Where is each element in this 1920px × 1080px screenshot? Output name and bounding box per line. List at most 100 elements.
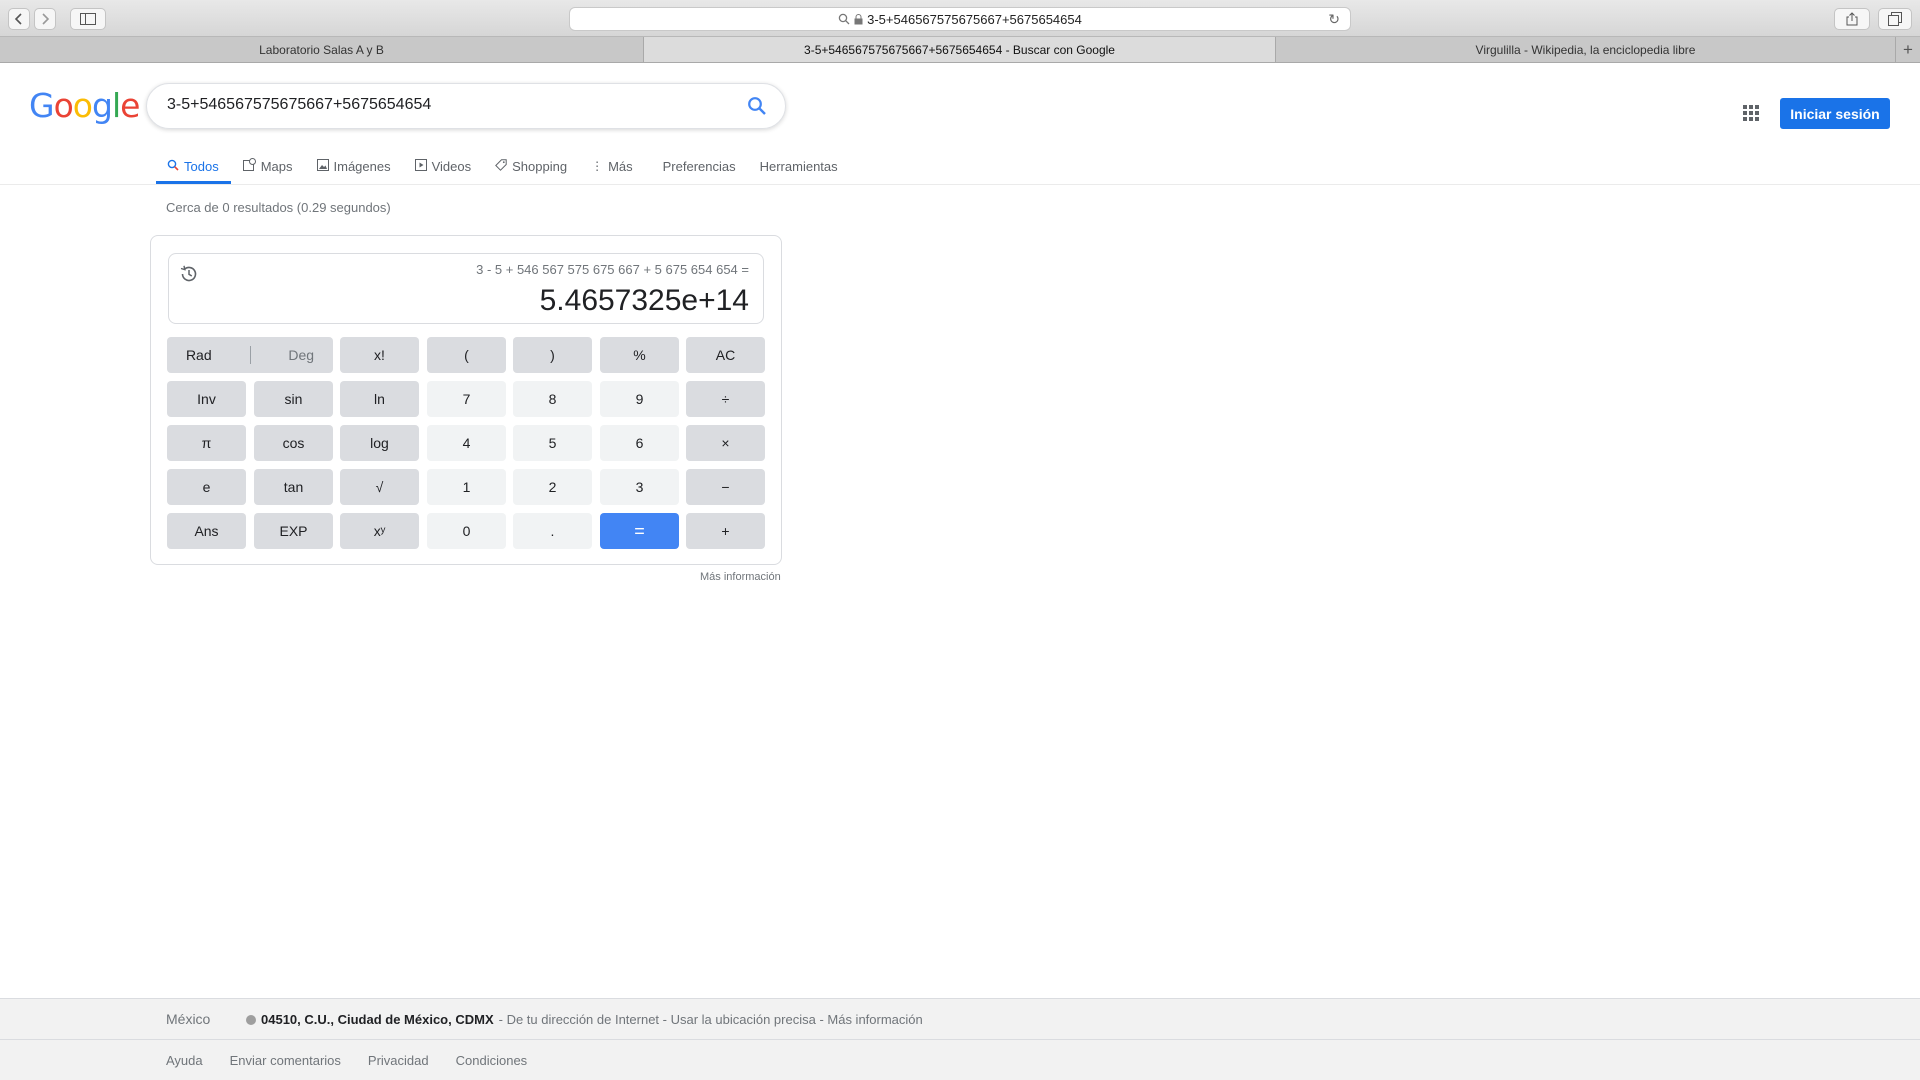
search-button[interactable]	[747, 96, 767, 121]
image-icon	[316, 158, 329, 174]
chevron-left-icon	[14, 13, 22, 25]
sin-key[interactable]: sin	[254, 381, 333, 417]
multiply-key[interactable]: ×	[686, 425, 765, 461]
digit-5-key[interactable]: 5	[513, 425, 592, 461]
factorial-key[interactable]: x!	[340, 337, 419, 373]
euler-key[interactable]: e	[167, 469, 246, 505]
tab-todos[interactable]: Todos	[155, 148, 231, 184]
tab-preferencias[interactable]: Preferencias	[651, 148, 748, 184]
history-icon[interactable]	[179, 264, 199, 289]
footer-location: 04510, C.U., Ciudad de México, CDMX - De…	[246, 1012, 923, 1027]
subtract-key[interactable]: −	[686, 469, 765, 505]
address-bar[interactable]: 3-5+546567575675667+5675654654 ↻	[569, 7, 1351, 31]
digit-2-key[interactable]: 2	[513, 469, 592, 505]
browser-toolbar: 3-5+546567575675667+5675654654 ↻	[0, 0, 1920, 37]
share-button[interactable]	[1834, 8, 1870, 30]
chevron-right-icon	[42, 13, 50, 25]
log-key[interactable]: log	[340, 425, 419, 461]
right-paren-key[interactable]: )	[513, 337, 592, 373]
calculator-expression: 3 - 5 + 546 567 575 675 667 + 5 675 654 …	[476, 262, 749, 277]
sidebar-icon	[80, 13, 96, 25]
rad-deg-toggle[interactable]: Rad Deg	[167, 337, 333, 373]
tab-shopping[interactable]: Shopping	[483, 148, 579, 184]
tan-key[interactable]: tan	[254, 469, 333, 505]
tag-icon	[495, 158, 507, 174]
digit-1-key[interactable]: 1	[427, 469, 506, 505]
digit-8-key[interactable]: 8	[513, 381, 592, 417]
tab-label: Preferencias	[662, 158, 736, 174]
exp-key[interactable]: EXP	[254, 513, 333, 549]
add-key[interactable]: +	[686, 513, 765, 549]
calculator-display: 3 - 5 + 546 567 575 675 667 + 5 675 654 …	[168, 253, 764, 324]
footer-country: México	[166, 1011, 211, 1027]
footer-link-privacidad[interactable]: Privacidad	[368, 1053, 429, 1068]
tab-label: Herramientas	[759, 158, 838, 174]
divide-key[interactable]: ÷	[686, 381, 765, 417]
digit-6-key[interactable]: 6	[600, 425, 679, 461]
header-divider	[0, 184, 1920, 185]
search-input[interactable]	[167, 96, 727, 114]
share-icon	[1846, 12, 1858, 26]
result-stats: Cerca de 0 resultados (0.29 segundos)	[166, 200, 391, 215]
footer-link-ayuda[interactable]: Ayuda	[166, 1053, 203, 1068]
tabs-icon	[1888, 12, 1902, 26]
cos-key[interactable]: cos	[254, 425, 333, 461]
left-paren-key[interactable]: (	[427, 337, 506, 373]
play-icon	[414, 158, 427, 174]
location-name: 04510, C.U., Ciudad de México, CDMX	[261, 1012, 494, 1027]
digit-3-key[interactable]: 3	[600, 469, 679, 505]
inv-key[interactable]: Inv	[167, 381, 246, 417]
location-details[interactable]: - De tu dirección de Internet - Usar la …	[499, 1012, 923, 1027]
all-clear-key[interactable]: AC	[686, 337, 765, 373]
pi-key[interactable]: π	[167, 425, 246, 461]
footer-link-condiciones[interactable]: Condiciones	[456, 1053, 528, 1068]
new-tab-button[interactable]: +	[1896, 37, 1920, 62]
ans-key[interactable]: Ans	[167, 513, 246, 549]
calculator-result: 5.4657325e+14	[539, 284, 749, 317]
back-button[interactable]	[8, 8, 30, 30]
tab-title: Virgulilla - Wikipedia, la enciclopedia …	[1475, 42, 1696, 57]
footer-links: Ayuda Enviar comentarios Privacidad Cond…	[0, 1040, 1920, 1080]
plus-icon: +	[1903, 39, 1913, 59]
tab-bar: Laboratorio Salas A y B 3-5+546567575675…	[0, 37, 1920, 63]
tab-virgulilla[interactable]: Virgulilla - Wikipedia, la enciclopedia …	[1276, 37, 1896, 62]
sidebar-toggle-button[interactable]	[70, 8, 106, 30]
digit-9-key[interactable]: 9	[600, 381, 679, 417]
tab-label: Shopping	[512, 158, 568, 174]
tab-label: Videos	[431, 158, 472, 174]
ln-key[interactable]: ln	[340, 381, 419, 417]
digit-0-key[interactable]: 0	[427, 513, 506, 549]
percent-key[interactable]: %	[600, 337, 679, 373]
more-info-link[interactable]: Más información	[700, 571, 781, 583]
tab-laboratorio[interactable]: Laboratorio Salas A y B	[0, 37, 644, 62]
footer-link-comentarios[interactable]: Enviar comentarios	[230, 1053, 341, 1068]
deg-label: Deg	[288, 347, 315, 363]
map-pin-icon	[242, 158, 256, 174]
google-logo[interactable]: Google	[29, 86, 140, 125]
tab-mas[interactable]: ⋮ Más	[579, 148, 645, 184]
power-key[interactable]: xʸ	[340, 513, 419, 549]
equals-key[interactable]: =	[600, 513, 679, 549]
tabs-overview-button[interactable]	[1878, 8, 1912, 30]
more-vert-icon: ⋮	[591, 159, 604, 173]
decimal-key[interactable]: .	[513, 513, 592, 549]
forward-button[interactable]	[34, 8, 56, 30]
digit-4-key[interactable]: 4	[427, 425, 506, 461]
digit-7-key[interactable]: 7	[427, 381, 506, 417]
tab-herramientas[interactable]: Herramientas	[748, 148, 850, 184]
location-dot-icon	[246, 1014, 256, 1025]
apps-grid-icon[interactable]	[1743, 105, 1759, 126]
tab-title: 3-5+546567575675667+5675654654 - Buscar …	[804, 42, 1115, 57]
sqrt-key[interactable]: √	[340, 469, 419, 505]
sign-in-button[interactable]: Iniciar sesión	[1780, 98, 1890, 129]
divider	[249, 346, 251, 364]
tab-imagenes[interactable]: Imágenes	[305, 148, 403, 184]
rad-label: Rad	[185, 347, 212, 363]
calculator-card: 3 - 5 + 546 567 575 675 667 + 5 675 654 …	[150, 235, 782, 565]
search-nav-tabs: Todos Maps Imágenes Videos Shopping ⋮ Má…	[155, 148, 850, 184]
tab-google-search[interactable]: 3-5+546567575675667+5675654654 - Buscar …	[644, 37, 1276, 62]
reload-icon[interactable]: ↻	[1328, 11, 1340, 28]
tab-videos[interactable]: Videos	[403, 148, 484, 184]
search-icon	[838, 13, 850, 25]
tab-maps[interactable]: Maps	[231, 148, 305, 184]
